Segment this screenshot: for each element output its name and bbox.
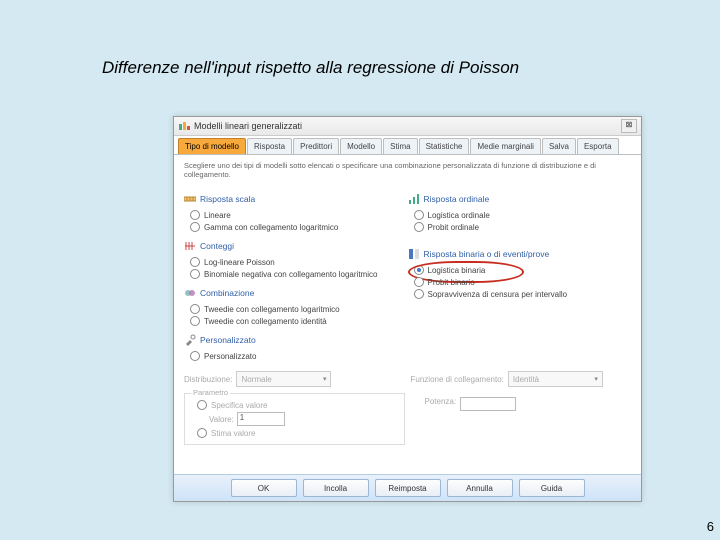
tools-icon <box>184 334 196 346</box>
section-binary: Risposta binaria o di eventi/prove <box>408 248 550 260</box>
binary-icon <box>408 248 420 260</box>
radio-poisson[interactable]: Log-lineare Poisson <box>190 257 408 267</box>
slide-title: Differenze nell'input rispetto alla regr… <box>102 58 519 78</box>
help-button[interactable]: Guida <box>519 479 585 497</box>
dist-label: Distribuzione: <box>184 375 232 384</box>
radio-negbin[interactable]: Binomiale negativa con collegamento loga… <box>190 269 408 279</box>
tab-response[interactable]: Risposta <box>247 138 292 154</box>
button-bar: OK Incolla Reimposta Annulla Guida <box>174 474 641 501</box>
section-mix: Combinazione <box>184 287 254 299</box>
link-select: Identità ▾ <box>508 371 603 387</box>
tab-estimate[interactable]: Stima <box>383 138 417 154</box>
section-mix-title: Combinazione <box>200 288 254 298</box>
section-ordinal: Risposta ordinale <box>408 193 490 205</box>
mix-icon <box>184 287 196 299</box>
section-scalar: Risposta scala <box>184 193 255 205</box>
power-input <box>460 397 516 411</box>
ruler-icon <box>184 193 196 205</box>
radio-tweedie-log[interactable]: Tweedie con collegamento logaritmico <box>190 304 408 314</box>
radio-estimate-value: Stima valore <box>197 428 398 438</box>
paste-button[interactable]: Incolla <box>303 479 369 497</box>
dialog-title: Modelli lineari generalizzati <box>194 121 302 131</box>
titlebar[interactable]: Modelli lineari generalizzati ⊠ <box>174 117 641 136</box>
section-binary-title: Risposta binaria o di eventi/prove <box>424 249 550 259</box>
bars-icon <box>408 193 420 205</box>
link-label: Funzione di collegamento: <box>411 375 504 384</box>
tab-model[interactable]: Modello <box>340 138 382 154</box>
tab-strip: Tipo di modello Risposta Predittori Mode… <box>174 136 641 155</box>
radio-bin-probit[interactable]: Probit binario <box>414 277 632 287</box>
tab-model-type[interactable]: Tipo di modello <box>178 138 246 154</box>
ok-button[interactable]: OK <box>231 479 297 497</box>
param-legend: Parametro <box>191 388 230 397</box>
app-icon <box>178 120 190 132</box>
radio-linear[interactable]: Lineare <box>190 210 408 220</box>
cancel-button[interactable]: Annulla <box>447 479 513 497</box>
chevron-down-icon: ▾ <box>323 375 327 383</box>
dist-select: Normale ▾ <box>236 371 331 387</box>
tab-predictors[interactable]: Predittori <box>293 138 339 154</box>
custom-params: Distribuzione: Normale ▾ Funzione di col… <box>184 371 631 445</box>
radio-gamma-log[interactable]: Gamma con collegamento logaritmico <box>190 222 408 232</box>
tally-icon <box>184 240 196 252</box>
section-ordinal-title: Risposta ordinale <box>424 194 490 204</box>
radio-custom[interactable]: Personalizzato <box>190 351 408 361</box>
radio-ord-probit[interactable]: Probit ordinale <box>414 222 632 232</box>
dialog-body: Scegliere uno dei tipi di modelli sotto … <box>174 155 641 447</box>
section-custom-title: Personalizzato <box>200 335 256 345</box>
value-input: 1 <box>237 412 285 426</box>
glm-dialog: Modelli lineari generalizzati ⊠ Tipo di … <box>173 116 642 502</box>
tab-save[interactable]: Salva <box>542 138 576 154</box>
value-label: Valore: <box>209 415 234 424</box>
power-label: Potenza: <box>425 397 457 406</box>
tab-stats[interactable]: Statistiche <box>419 138 470 154</box>
page-number: 6 <box>707 519 714 534</box>
radio-ord-logistic[interactable]: Logistica ordinale <box>414 210 632 220</box>
radio-interval-censor[interactable]: Sopravvivenza di censura per intervallo <box>414 289 632 299</box>
instruction-text: Scegliere uno dei tipi di modelli sotto … <box>184 161 631 179</box>
section-counts: Conteggi <box>184 240 234 252</box>
tab-marginal[interactable]: Medie marginali <box>470 138 540 154</box>
tab-export[interactable]: Esporta <box>577 138 619 154</box>
close-button[interactable]: ⊠ <box>621 119 637 133</box>
section-counts-title: Conteggi <box>200 241 234 251</box>
radio-specify-value: Specifica valore <box>197 400 398 410</box>
fieldset-parameter: Parametro Specifica valore Valore: 1 Sti… <box>184 393 405 445</box>
radio-bin-logistic[interactable]: Logistica binaria <box>414 265 632 275</box>
section-custom: Personalizzato <box>184 334 256 346</box>
chevron-down-icon: ▾ <box>594 375 598 383</box>
reset-button[interactable]: Reimposta <box>375 479 441 497</box>
section-scalar-title: Risposta scala <box>200 194 255 204</box>
radio-tweedie-id[interactable]: Tweedie con collegamento identità <box>190 316 408 326</box>
